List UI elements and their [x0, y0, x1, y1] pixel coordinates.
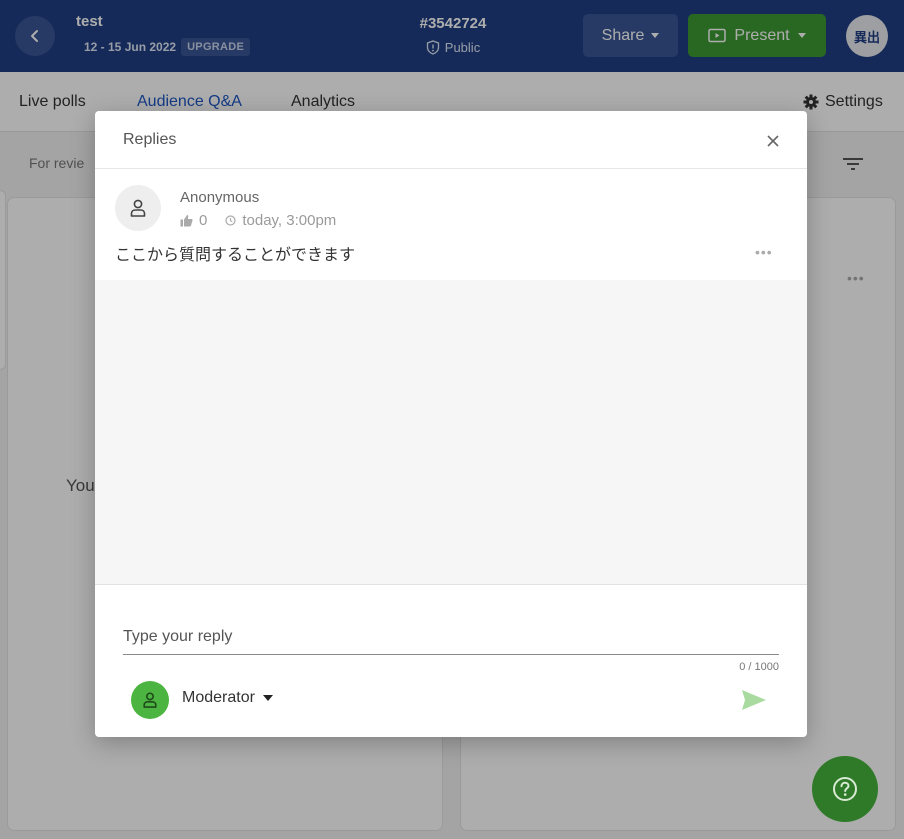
user-icon [143, 692, 157, 708]
modal-title: Replies [123, 131, 177, 148]
avatar [115, 185, 161, 231]
more-options-icon[interactable]: ••• [755, 244, 773, 260]
question-text: ここから質問することができます [115, 245, 356, 264]
send-icon[interactable] [740, 688, 768, 712]
help-button[interactable] [812, 756, 878, 822]
modal-header: Replies [95, 111, 807, 169]
thumbs-up-icon [180, 215, 193, 227]
replies-modal: Replies Anonymous 0 today, 3:00pm ここから質問… [95, 111, 807, 737]
moderator-avatar [131, 681, 169, 719]
author-role-dropdown[interactable]: Moderator [182, 689, 273, 707]
char-count: 0 / 1000 [739, 661, 779, 673]
question-meta: 0 today, 3:00pm [180, 212, 336, 229]
question-author: Anonymous [180, 189, 260, 206]
user-icon [130, 199, 146, 217]
question-item: Anonymous 0 today, 3:00pm ここから質問することができま… [95, 170, 807, 280]
caret-down-icon [262, 695, 273, 701]
author-role-label: Moderator [182, 689, 255, 706]
like-count: 0 [199, 212, 208, 229]
close-icon[interactable] [765, 133, 781, 149]
reply-input[interactable] [123, 611, 779, 655]
clock-icon [225, 215, 236, 226]
question-time: today, 3:00pm [242, 212, 337, 229]
replies-list [95, 280, 807, 585]
help-icon [833, 777, 857, 801]
